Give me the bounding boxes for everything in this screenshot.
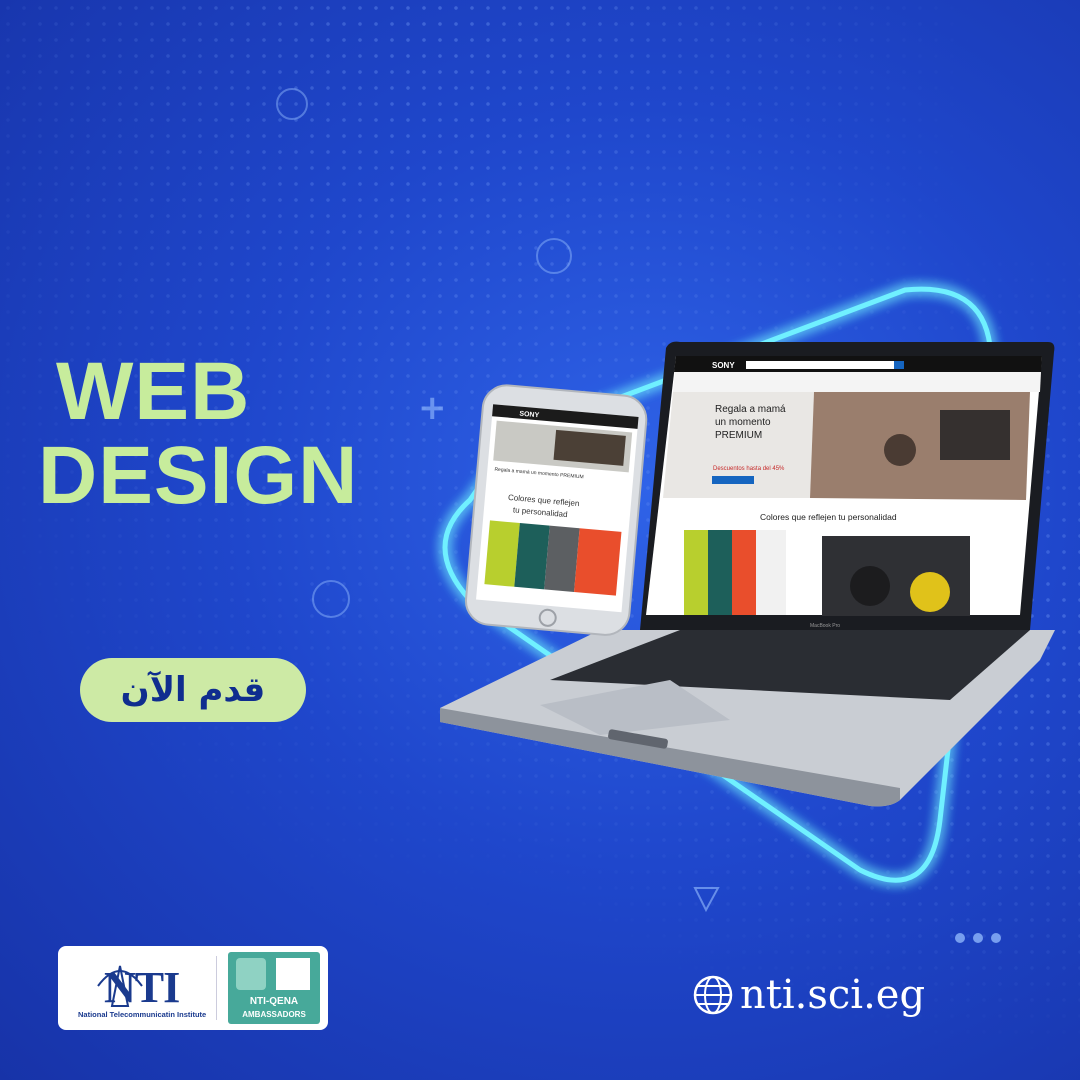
ambassadors-line-1: NTI-QENA: [249, 996, 299, 1007]
logos-card: NTI National Telecommunicatin Institute …: [58, 946, 328, 1030]
laptop-hero-line-3: PREMIUM: [715, 430, 762, 441]
apply-now-button[interactable]: قدم الآن: [80, 658, 306, 722]
flag-icon: [276, 958, 310, 990]
logo-divider: [216, 956, 217, 1020]
fingerprint-icon: [236, 958, 266, 990]
globe-icon: [693, 975, 733, 1015]
nti-logo-text: NTI: [104, 963, 180, 1012]
ambassadors-line-2: AMBASSADORS: [242, 1010, 306, 1019]
laptop-brand: SONY: [712, 361, 735, 370]
laptop-hero-line-1: Regala a mamá: [715, 404, 786, 415]
nti-subtitle: National Telecommunicatin Institute: [78, 1010, 207, 1019]
poster: + WEB DESIGN قدم الآن SONY Regala a mamá…: [0, 0, 1080, 1080]
website-url[interactable]: nti.sci.eg: [740, 972, 925, 1018]
website-link[interactable]: nti.sci.eg: [692, 972, 925, 1018]
laptop-hero-line-2: un momento: [715, 417, 771, 428]
headline-line-1: WEB: [56, 346, 251, 437]
laptop-discount: Descuentos hasta del 45%: [713, 466, 785, 472]
headline: WEB DESIGN: [38, 350, 358, 518]
ambassadors-logo: NTI-QENA AMBASSADORS: [228, 952, 320, 1024]
phone: SONY Regala a mamá un momento PREMIUM Co…: [464, 384, 648, 636]
headline-line-2: DESIGN: [38, 430, 359, 521]
laptop-model: MacBook Pro: [810, 623, 840, 629]
devices-illustration: SONY Regala a mamá un momento PREMIUM De…: [440, 341, 1055, 807]
laptop-section-title: Colores que reflejen tu personalidad: [760, 512, 897, 522]
